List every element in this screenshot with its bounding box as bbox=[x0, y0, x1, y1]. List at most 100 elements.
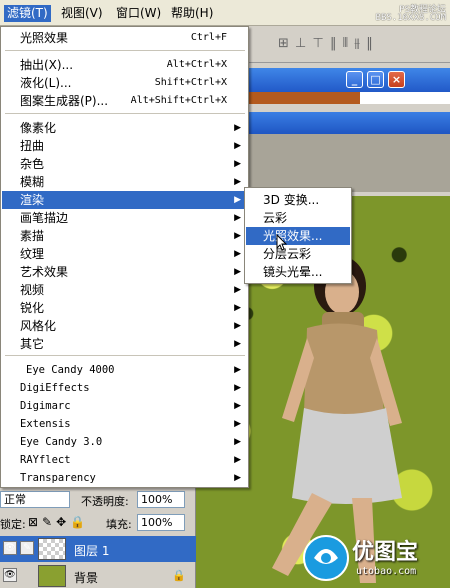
close-icon: × bbox=[391, 73, 402, 86]
menu-item-label: 渲染 bbox=[20, 193, 45, 207]
menu-item-label: RAYflect bbox=[20, 454, 71, 466]
menu-item-label: 素描 bbox=[20, 229, 45, 243]
menu-item-label: 光照效果 bbox=[20, 31, 69, 45]
opacity-input[interactable]: 100% bbox=[137, 491, 185, 508]
blend-mode-select[interactable]: 正常 bbox=[0, 491, 70, 508]
menu-item-label: 风格化 bbox=[20, 319, 57, 333]
active-document-title-bar[interactable] bbox=[240, 112, 450, 134]
menu-filter[interactable]: 滤镜(T) bbox=[4, 5, 51, 22]
layer-thumbnail bbox=[38, 565, 66, 587]
menu-separator bbox=[5, 355, 245, 356]
eye-icon[interactable]: 👁 bbox=[3, 568, 17, 582]
menu-item-category[interactable]: 锐化 ▶ bbox=[2, 299, 247, 317]
menu-item-pattern-maker[interactable]: 图案生成器(P)... Alt+Shift+Ctrl+X bbox=[2, 92, 247, 110]
submenu-item-label: 镜头光晕... bbox=[263, 265, 323, 279]
menu-item-category[interactable]: 纹理 ▶ bbox=[2, 245, 247, 263]
menu-item-plugin[interactable]: DigiEffects ▶ bbox=[2, 379, 247, 397]
logo-text: 优图宝 bbox=[352, 540, 419, 565]
submenu-arrow-icon: ▶ bbox=[234, 473, 241, 483]
submenu-arrow-icon: ▶ bbox=[234, 177, 241, 187]
menu-item-label: Eye Candy 3.0 bbox=[20, 436, 103, 448]
menu-item-label: 扭曲 bbox=[20, 139, 45, 153]
watermark-forum-url: BBS.16XX8.COM bbox=[375, 13, 446, 23]
menu-item-label: Eye Candy 4000 bbox=[26, 364, 115, 376]
document-title-bar[interactable]: _ □ × bbox=[240, 68, 450, 92]
menu-item-category[interactable]: 视频 ▶ bbox=[2, 281, 247, 299]
layer-name: 背景 bbox=[74, 571, 99, 585]
menu-item-plugin[interactable]: Eye Candy 4000 ▶ bbox=[2, 361, 247, 379]
menu-item-label: 液化(L)... bbox=[20, 76, 72, 90]
submenu-item-label: 云彩 bbox=[263, 211, 288, 225]
menu-item-category[interactable]: 杂色 ▶ bbox=[2, 155, 247, 173]
align-icons[interactable]: ⊞ ⊥ ⊤ ‖ ⫴ ⫵ ‖ bbox=[278, 36, 374, 51]
menu-item-plugin[interactable]: RAYflect ▶ bbox=[2, 451, 247, 469]
menu-item-label: 视频 bbox=[20, 283, 45, 297]
brush-icon[interactable]: ✎ bbox=[20, 541, 34, 555]
submenu-arrow-icon: ▶ bbox=[234, 401, 241, 411]
menu-item-shortcut: Alt+Shift+Ctrl+X bbox=[130, 95, 227, 106]
menu-item-category[interactable]: 画笔描边 ▶ bbox=[2, 209, 247, 227]
submenu-arrow-icon: ▶ bbox=[234, 159, 241, 169]
submenu-item[interactable]: 3D 变换... bbox=[246, 191, 350, 209]
menu-separator bbox=[5, 113, 245, 114]
menu-view[interactable]: 视图(V) bbox=[58, 5, 106, 22]
layer-row-background[interactable]: 👁 背景 🔒 bbox=[0, 563, 196, 588]
menu-item-label: Transparency bbox=[20, 472, 96, 484]
menu-item-plugin[interactable]: Transparency ▶ bbox=[2, 469, 247, 487]
menu-item-plugin[interactable]: Eye Candy 3.0 ▶ bbox=[2, 433, 247, 451]
menu-item-last-filter[interactable]: 光照效果 Ctrl+F bbox=[2, 29, 247, 47]
menu-item-label: 图案生成器(P)... bbox=[20, 94, 109, 108]
menu-help[interactable]: 帮助(H) bbox=[168, 5, 216, 22]
menu-item-label: 画笔描边 bbox=[20, 211, 69, 225]
lock-icons[interactable]: ⊠✎✥🔒 bbox=[28, 515, 89, 529]
lock-icon: 🔒 bbox=[172, 569, 186, 582]
menu-window[interactable]: 窗口(W) bbox=[113, 5, 164, 22]
pointer-cursor-icon bbox=[276, 234, 288, 251]
layer-row-layer1[interactable]: 👁 ✎ 图层 1 bbox=[0, 536, 196, 562]
menu-item-label: 纹理 bbox=[20, 247, 45, 261]
submenu-item-label: 光照效果... bbox=[263, 229, 323, 243]
submenu-item[interactable]: 光照效果... bbox=[246, 227, 350, 245]
menu-item-liquify[interactable]: 液化(L)... Shift+Ctrl+X bbox=[2, 74, 247, 92]
menu-item-category[interactable]: 像素化 ▶ bbox=[2, 119, 247, 137]
logo-url: utobao.com bbox=[356, 566, 417, 577]
options-toolbar: ⊞ ⊥ ⊤ ‖ ⫴ ⫵ ‖ bbox=[240, 27, 450, 63]
submenu-arrow-icon: ▶ bbox=[234, 123, 241, 133]
menu-separator bbox=[5, 50, 245, 51]
menu-item-shortcut: Ctrl+F bbox=[190, 32, 227, 43]
menu-item-plugin[interactable]: Extensis ▶ bbox=[2, 415, 247, 433]
menu-item-label: Extensis bbox=[20, 418, 71, 430]
menu-item-category[interactable]: 素描 ▶ bbox=[2, 227, 247, 245]
fill-input[interactable]: 100% bbox=[137, 514, 185, 531]
submenu-item[interactable]: 分层云彩 bbox=[246, 245, 350, 263]
eye-icon[interactable]: 👁 bbox=[3, 541, 17, 555]
menu-item-label: DigiEffects bbox=[20, 382, 90, 394]
menu-item-label: 杂色 bbox=[20, 157, 45, 171]
menu-item-shortcut: Alt+Ctrl+X bbox=[166, 59, 227, 70]
menu-item-category[interactable]: 风格化 ▶ bbox=[2, 317, 247, 335]
document-canvas-area bbox=[240, 134, 450, 192]
submenu-arrow-icon: ▶ bbox=[234, 195, 241, 205]
menu-item-category[interactable]: 其它 ▶ bbox=[2, 335, 247, 353]
menu-item-label: 艺术效果 bbox=[20, 265, 69, 279]
submenu-item[interactable]: 云彩 bbox=[246, 209, 350, 227]
menu-item-category[interactable]: 模糊 ▶ bbox=[2, 173, 247, 191]
close-button[interactable]: × bbox=[388, 71, 405, 88]
submenu-arrow-icon: ▶ bbox=[234, 267, 241, 277]
maximize-button[interactable]: □ bbox=[367, 71, 384, 88]
menu-item-category[interactable]: 渲染 ▶ bbox=[2, 191, 247, 209]
menu-item-plugin[interactable]: Digimarc ▶ bbox=[2, 397, 247, 415]
submenu-arrow-icon: ▶ bbox=[234, 231, 241, 241]
minimize-button[interactable]: _ bbox=[346, 71, 363, 88]
menu-item-extract[interactable]: 抽出(X)... Alt+Ctrl+X bbox=[2, 56, 247, 74]
menu-item-label: 其它 bbox=[20, 337, 45, 351]
opacity-label: 不透明度: bbox=[81, 495, 129, 508]
menu-item-label: Digimarc bbox=[20, 400, 71, 412]
render-submenu: 3D 变换... 云彩光照效果... 分层云彩镜头光晕... bbox=[244, 187, 352, 284]
fill-label: 填充: bbox=[106, 518, 132, 531]
document-preview-strip bbox=[240, 92, 360, 104]
submenu-arrow-icon: ▶ bbox=[234, 365, 241, 375]
submenu-item[interactable]: 镜头光晕... bbox=[246, 263, 350, 281]
menu-item-category[interactable]: 艺术效果 ▶ bbox=[2, 263, 247, 281]
menu-item-category[interactable]: 扭曲 ▶ bbox=[2, 137, 247, 155]
